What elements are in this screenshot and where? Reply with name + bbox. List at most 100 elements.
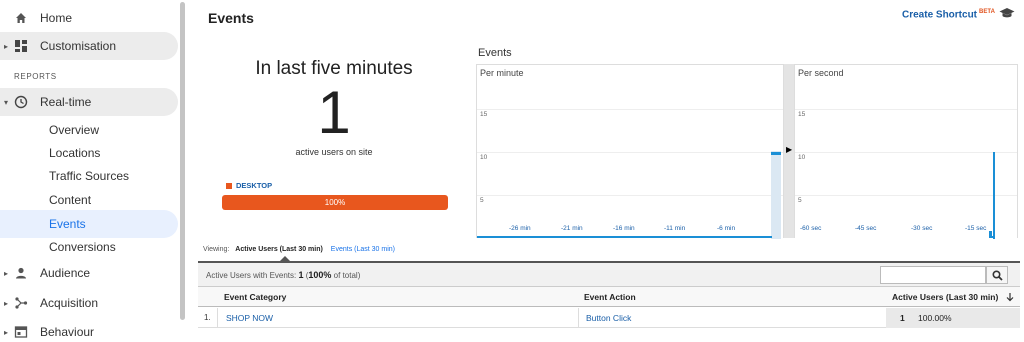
y-tick-label: 15: [480, 111, 488, 118]
active-users-cell: 1 100.00%: [886, 308, 1020, 328]
sidebar-item-label: Real-time: [40, 95, 92, 109]
create-shortcut-label: Create Shortcut: [902, 9, 978, 21]
sidebar: Home ▸ Customisation REPORTS ▾ Real-time…: [0, 0, 188, 342]
device-legend: DESKTOP: [226, 181, 272, 190]
caret-right-icon: ▸: [4, 41, 9, 51]
per-second-chart: Per second 15 10 5 -60 sec -45 sec -30 s…: [794, 64, 1018, 239]
caret-right-icon: ▸: [4, 327, 9, 337]
sidebar-item-behaviour[interactable]: ▸ Behaviour: [0, 318, 178, 342]
main-content: Events Create Shortcut BETA In last five …: [198, 0, 1024, 342]
acquisition-icon: [15, 297, 28, 309]
y-tick-label: 5: [480, 197, 484, 204]
y-tick-label: 10: [798, 154, 806, 161]
summary-percent: 100%: [308, 270, 332, 280]
summary-prefix: Active Users with Events:: [206, 271, 297, 280]
sidebar-item-label: Overview: [49, 123, 100, 137]
per-second-label: Per second: [798, 68, 844, 78]
home-icon: [16, 13, 26, 23]
active-users-percent: 100.00%: [918, 313, 952, 323]
per-second-baseline: [989, 236, 995, 238]
y-tick-label: 15: [798, 111, 806, 118]
grid-line: [477, 152, 783, 153]
column-header-event-category[interactable]: Event Category: [224, 292, 286, 302]
viewing-option-events[interactable]: Events (Last 30 min): [331, 246, 395, 253]
per-minute-baseline: [477, 236, 772, 238]
summary-text: Active Users with Events: 1 (100% of tot…: [206, 270, 360, 280]
x-tick-label: -15 sec: [965, 225, 987, 232]
sidebar-item-label: Home: [40, 11, 73, 25]
per-minute-bar: [771, 152, 781, 155]
per-second-bar: [993, 152, 995, 239]
grid-line: [795, 152, 1017, 153]
event-action-cell[interactable]: Button Click: [586, 313, 631, 323]
current-minute-bar-background: [771, 151, 781, 239]
y-tick-label: 10: [480, 154, 488, 161]
arrow-down-icon[interactable]: [1006, 292, 1014, 302]
table-search-input[interactable]: [880, 266, 986, 284]
viewing-option-active-users[interactable]: Active Users (Last 30 min): [235, 246, 323, 253]
person-icon: [16, 267, 26, 279]
device-share-bar: 100%: [222, 195, 448, 210]
grid-line: [795, 195, 1017, 196]
x-tick-label: -6 min: [717, 225, 736, 232]
column-header-event-action[interactable]: Event Action: [584, 292, 636, 302]
sidebar-item-label: Traffic Sources: [49, 169, 130, 183]
device-legend-label: DESKTOP: [236, 181, 273, 190]
x-tick-label: -60 sec: [800, 225, 822, 232]
search-button[interactable]: [986, 266, 1008, 284]
y-tick-label: 5: [798, 197, 802, 204]
chevron-right-icon: ▶: [786, 145, 793, 154]
sidebar-item-home[interactable]: Home: [0, 4, 178, 32]
page-title: Events: [208, 10, 254, 26]
sidebar-item-label: Events: [49, 217, 86, 231]
behaviour-icon: [14, 326, 28, 338]
x-tick-label: -26 min: [509, 225, 531, 232]
viewing-label: Viewing:: [203, 246, 230, 253]
graduation-cap-icon[interactable]: [999, 7, 1015, 19]
caret-right-icon: ▸: [4, 268, 9, 278]
x-tick-label: -16 min: [613, 225, 635, 232]
dashboard-icon: [15, 40, 27, 52]
event-category-cell[interactable]: SHOP NOW: [226, 313, 273, 323]
x-tick-label: -21 min: [561, 225, 583, 232]
caret-down-icon: ▾: [4, 97, 9, 107]
chart-title: Events: [478, 47, 512, 59]
row-index: 1.: [198, 308, 218, 328]
per-minute-label: Per minute: [480, 68, 524, 78]
sidebar-item-label: Audience: [40, 266, 91, 280]
summary-bar: Active Users with Events: 1 (100% of tot…: [198, 261, 1020, 287]
section-label-reports: REPORTS: [14, 72, 57, 81]
sidebar-item-customisation[interactable]: ▸ Customisation: [0, 32, 178, 60]
sidebar-item-acquisition[interactable]: ▸ Acquisition: [0, 289, 178, 317]
x-tick-label: -11 min: [664, 225, 686, 232]
sidebar-item-label: Locations: [49, 146, 101, 160]
table-row: 1. SHOP NOW Button Click 1 100.00%: [198, 308, 1020, 328]
grid-line: [795, 109, 1017, 110]
per-minute-chart: Per minute 15 10 5 -26 min -21 min -16 m…: [476, 64, 784, 239]
summary-value: 1: [298, 270, 304, 280]
active-users-caption: active users on site: [295, 147, 373, 157]
realtime-heading: In last five minutes: [255, 58, 413, 79]
x-tick-label: -45 sec: [855, 225, 877, 232]
grid-line: [477, 195, 783, 196]
x-tick-label: -30 sec: [911, 225, 933, 232]
sidebar-item-label: Behaviour: [40, 325, 95, 339]
sidebar-item-audience[interactable]: ▸ Audience: [0, 259, 178, 287]
sidebar-subitem-conversions[interactable]: Conversions: [0, 233, 178, 261]
column-separator: [578, 308, 579, 328]
sidebar-scrollbar[interactable]: [180, 2, 185, 320]
viewing-toggle: Viewing: Active Users (Last 30 min) Even…: [203, 246, 395, 253]
create-shortcut-link[interactable]: Create Shortcut BETA: [902, 9, 995, 20]
sidebar-item-label: Acquisition: [40, 296, 99, 310]
search-icon: [991, 269, 1003, 281]
summary-suffix: of total): [333, 271, 361, 280]
sidebar-item-realtime[interactable]: ▾ Real-time: [0, 88, 178, 116]
grid-line: [477, 109, 783, 110]
table-header: Event Category Event Action Active Users…: [198, 287, 1020, 307]
active-users-count: 1: [317, 79, 351, 146]
active-users-value: 1: [900, 313, 905, 323]
sidebar-item-label: Customisation: [40, 39, 117, 53]
caret-right-icon: ▸: [4, 298, 9, 308]
sidebar-item-label: Conversions: [49, 240, 116, 254]
column-header-active-users[interactable]: Active Users (Last 30 min): [892, 292, 998, 302]
